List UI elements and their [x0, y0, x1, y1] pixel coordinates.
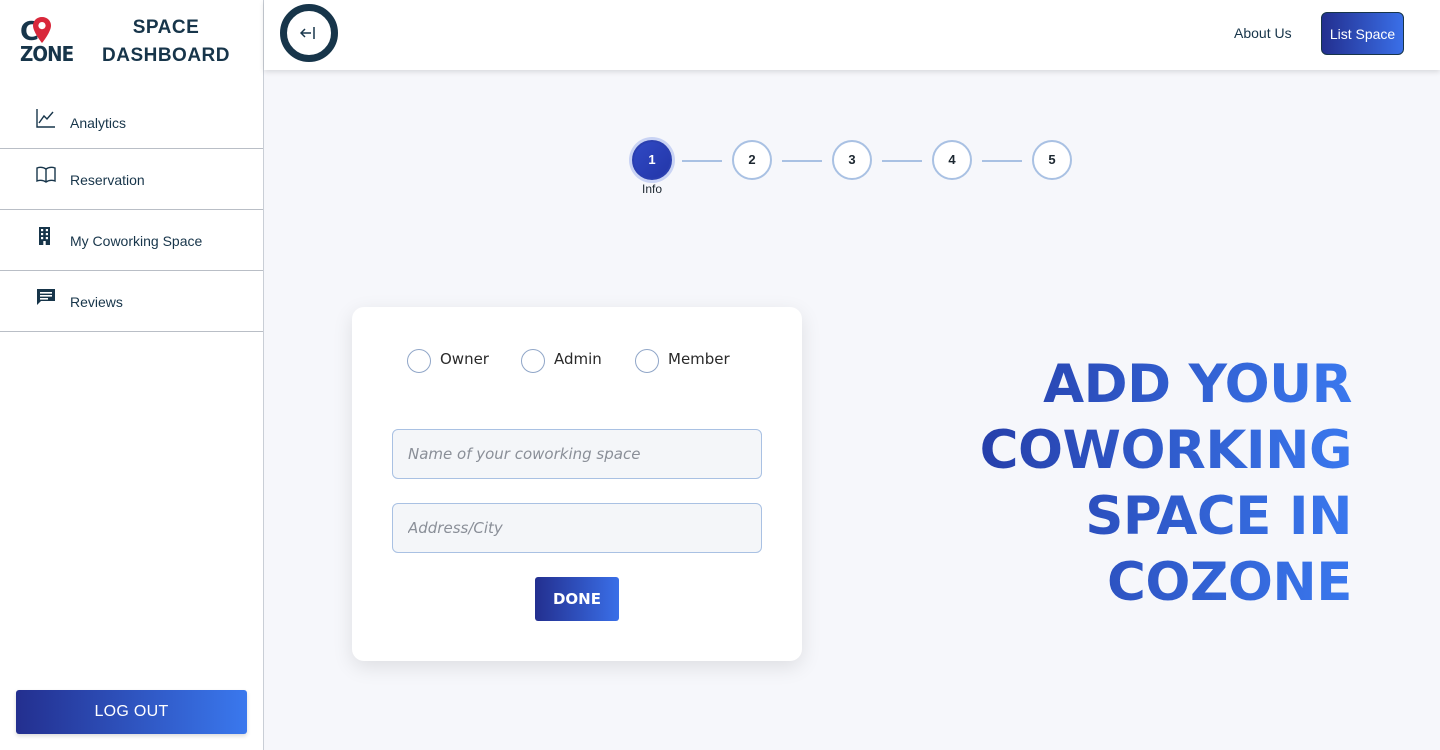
logo-word-zone: ZONE	[20, 42, 74, 66]
radio-circle[interactable]	[407, 349, 431, 373]
arrow-left-bar-icon	[300, 27, 315, 39]
sidebar: C ZONE SPACE DASHBOARD Analytics Reserva…	[0, 0, 264, 750]
dashboard-title: SPACE DASHBOARD	[96, 14, 236, 70]
radio-circle[interactable]	[521, 349, 545, 373]
sidebar-item-my-coworking-space[interactable]: My Coworking Space	[0, 210, 263, 271]
sidebar-item-reviews[interactable]: Reviews	[0, 271, 263, 332]
step-1-caption: Info	[641, 182, 662, 196]
done-button[interactable]: DONE	[535, 577, 619, 621]
brand-header: C ZONE SPACE DASHBOARD	[0, 0, 263, 92]
step-3[interactable]: 3	[832, 140, 872, 180]
headline-line: SPACE IN	[940, 484, 1352, 550]
book-open-icon	[36, 166, 56, 183]
chart-line-icon	[36, 109, 55, 128]
radio-label: Owner	[440, 350, 489, 368]
list-space-button[interactable]: List Space	[1321, 12, 1404, 55]
sidebar-item-label: Analytics	[70, 115, 127, 131]
step-5[interactable]: 5	[1032, 140, 1072, 180]
logout-button[interactable]: LOG OUT	[16, 690, 247, 734]
space-info-card: Owner Admin Member DONE	[352, 307, 802, 661]
sidebar-item-reservation[interactable]: Reservation	[0, 149, 263, 210]
step-connector	[882, 160, 922, 162]
sidebar-item-label: Reservation	[70, 172, 145, 188]
headline-line: COZONE	[940, 550, 1353, 616]
radio-label: Admin	[554, 350, 602, 368]
role-radio-group: Owner Admin Member	[407, 347, 767, 377]
radio-label: Member	[668, 350, 730, 368]
collapse-sidebar-button[interactable]	[280, 4, 338, 62]
hero-headline: ADD YOUR COWORKING SPACE IN COZONE	[940, 352, 1353, 616]
headline-line: COWORKING	[940, 418, 1353, 484]
step-2[interactable]: 2	[732, 140, 772, 180]
address-city-input[interactable]	[392, 503, 762, 553]
cozone-logo[interactable]: C ZONE	[20, 17, 74, 67]
message-icon	[37, 289, 55, 305]
step-connector	[682, 160, 722, 162]
about-us-link[interactable]: About Us	[1234, 25, 1292, 41]
step-connector	[782, 160, 822, 162]
dashboard-title-line2: DASHBOARD	[102, 45, 230, 66]
sidebar-nav: Analytics Reservation My Coworking Space	[0, 92, 263, 332]
space-name-input[interactable]	[392, 429, 762, 479]
step-connector	[982, 160, 1022, 162]
radio-circle[interactable]	[635, 349, 659, 373]
sidebar-item-label: My Coworking Space	[70, 233, 203, 249]
step-progress: 1 Info 2 3 4 5	[632, 140, 1072, 200]
step-4[interactable]: 4	[932, 140, 972, 180]
map-pin-icon	[33, 17, 51, 43]
step-1[interactable]: 1	[632, 140, 672, 180]
sidebar-item-label: Reviews	[70, 294, 123, 310]
dashboard-title-line1: SPACE	[132, 17, 200, 38]
building-icon	[39, 227, 50, 245]
headline-line: ADD YOUR	[940, 352, 1352, 418]
sidebar-item-analytics[interactable]: Analytics	[0, 92, 263, 149]
top-bar: About Us List Space	[264, 0, 1440, 70]
